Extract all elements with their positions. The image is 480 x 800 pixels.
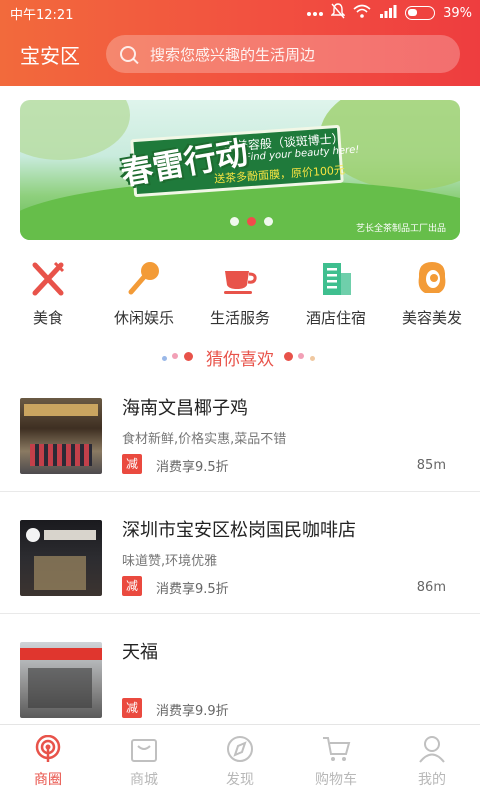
nav-label: 商城 (130, 772, 158, 788)
storefront-sign (24, 404, 98, 416)
more-dots-icon (307, 6, 324, 21)
fork-knife-icon (28, 258, 68, 297)
location-selector[interactable]: 宝安区 (20, 40, 80, 69)
compass-icon (224, 735, 256, 763)
list-item[interactable]: 天福 减 消费享9.9折 (0, 614, 480, 736)
bell-off-icon (330, 3, 346, 23)
banner-pagination (230, 217, 273, 226)
app-header: 中午12:21 39% 宝安区 搜索您感兴趣的生活周边 (0, 0, 480, 86)
storefront-sign (44, 530, 96, 540)
listing-thumbnail (20, 520, 102, 596)
category-label: 美容美发 (401, 309, 462, 327)
wifi-icon (353, 4, 371, 22)
shopping-bag-icon (128, 735, 160, 763)
storefront-window (28, 668, 92, 708)
search-bar[interactable]: 搜索您感兴趣的生活周边 (106, 35, 460, 73)
status-icons: 39% (307, 3, 472, 23)
hair-salon-icon (412, 258, 452, 297)
listing-desc: 味道赞,环境优雅 (122, 554, 218, 569)
radar-icon (32, 735, 64, 763)
banner-dot[interactable] (264, 217, 273, 226)
category-entertainment[interactable]: 休闲娱乐 (96, 258, 192, 328)
list-item[interactable]: 海南文昌椰子鸡 食材新鲜,价格实惠,菜品不错 减 消费享9.5折 85m (0, 370, 480, 492)
category-services[interactable]: 生活服务 (192, 258, 288, 328)
discount-text: 消费享9.5折 (156, 582, 229, 597)
nav-tab-discover[interactable]: 发现 (192, 725, 288, 800)
nav-label: 我的 (418, 772, 446, 788)
storefront-people (30, 444, 92, 466)
section-title: 猜你喜欢 (206, 350, 274, 370)
building-icon (316, 258, 356, 297)
listing-title: 天福 (122, 642, 158, 663)
battery-percent: 39% (443, 5, 472, 21)
list-item[interactable]: 深圳市宝安区松岗国民咖啡店 味道赞,环境优雅 减 消费享9.5折 86m (0, 492, 480, 614)
category-label: 休闲娱乐 (113, 309, 174, 327)
discount-badge: 减 (122, 576, 142, 596)
category-label: 美食 (32, 309, 63, 327)
listing-thumbnail (20, 642, 102, 718)
battery-icon (405, 6, 436, 20)
listing-thumbnail (20, 398, 102, 474)
promo-banner[interactable]: 买美容般（谈斑博士） Find your beauty here! 送茶多酚面膜… (20, 100, 460, 240)
distance-text: 86m (416, 580, 446, 595)
search-placeholder: 搜索您感兴趣的生活周边 (150, 45, 316, 64)
category-label: 酒店住宿 (305, 309, 366, 327)
signal-icon (379, 4, 397, 22)
storefront-window (34, 556, 86, 590)
search-icon (120, 46, 136, 62)
listing-list: 海南文昌椰子鸡 食材新鲜,价格实惠,菜品不错 减 消费享9.5折 85m 深圳市… (0, 370, 480, 736)
nav-tab-cart[interactable]: 购物车 (288, 725, 384, 800)
nav-label: 商圈 (34, 772, 62, 788)
banner-credit: 艺长全茶制品工厂出品 (355, 224, 446, 234)
storefront-sign (20, 648, 102, 660)
status-bar: 中午12:21 39% (0, 0, 480, 24)
nav-label: 发现 (226, 772, 254, 788)
discount-badge: 减 (122, 454, 142, 474)
category-beauty[interactable]: 美容美发 (384, 258, 480, 328)
category-grid: 美食 休闲娱乐 生活服务 酒店住宿 美容美发 (0, 258, 480, 328)
cart-icon (320, 735, 352, 763)
listing-title: 海南文昌椰子鸡 (122, 398, 248, 419)
banner-foliage-left (20, 100, 130, 160)
microphone-icon (124, 258, 164, 297)
discount-badge: 减 (122, 698, 142, 718)
nav-tab-mall[interactable]: 商城 (96, 725, 192, 800)
category-hotel[interactable]: 酒店住宿 (288, 258, 384, 328)
distance-text: 85m (416, 458, 446, 473)
listing-desc: 食材新鲜,价格实惠,菜品不错 (122, 432, 287, 447)
nav-label: 购物车 (315, 772, 357, 788)
listing-title: 深圳市宝安区松岗国民咖啡店 (122, 520, 356, 541)
category-label: 生活服务 (209, 309, 270, 327)
cafe-logo (26, 528, 40, 542)
discount-text: 消费享9.5折 (156, 460, 229, 475)
user-icon (416, 735, 448, 763)
bottom-nav: 商圈 商城 发现 购物车 我的 (0, 724, 480, 800)
coffee-cup-icon (220, 258, 260, 297)
banner-dot[interactable] (230, 217, 239, 226)
nav-tab-profile[interactable]: 我的 (384, 725, 480, 800)
discount-text: 消费享9.9折 (156, 704, 229, 719)
category-food[interactable]: 美食 (0, 258, 96, 328)
status-time: 中午12:21 (10, 8, 74, 23)
banner-dot-active[interactable] (247, 217, 256, 226)
nav-tab-business[interactable]: 商圈 (0, 725, 96, 800)
